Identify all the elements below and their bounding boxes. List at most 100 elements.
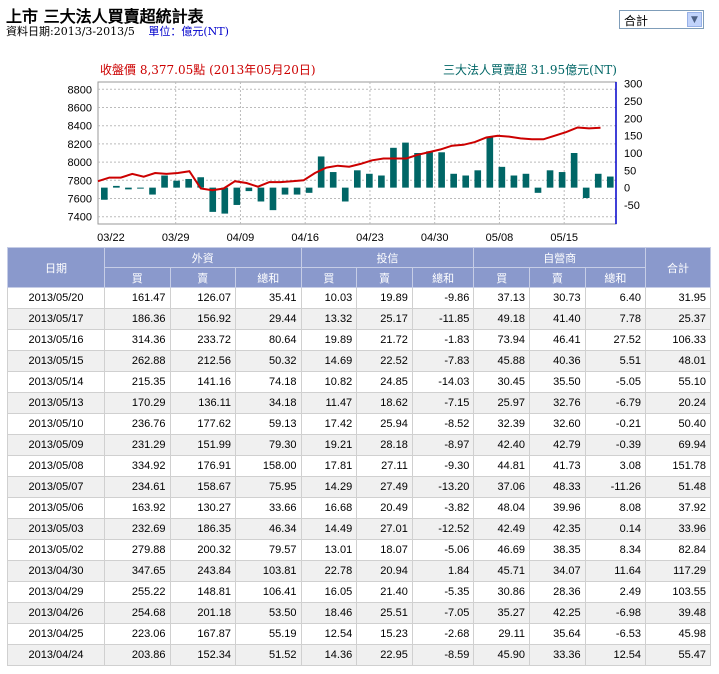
table-row: 2013/04/30 347.65 243.84 103.81 22.78 20.94 1.… (7, 560, 711, 582)
row-value: 18.07 (356, 539, 413, 561)
table-row: 2013/05/15 262.88 212.56 50.32 14.69 22.52 -7.… (7, 350, 711, 372)
subheader-7: 賣 (529, 267, 586, 288)
left-tick-label: 8200 (68, 139, 92, 151)
net-label: 三大法人買賣超 31.95億元(NT) (443, 62, 617, 77)
net-bar (594, 173, 602, 188)
right-tick-label: 100 (624, 148, 642, 160)
row-value: -7.83 (411, 350, 475, 372)
row-value: 7.78 (584, 308, 647, 330)
row-value: 55.19 (235, 623, 302, 645)
row-value: 33.96 (645, 518, 711, 540)
row-value: -0.39 (584, 434, 647, 456)
price-label: 收盤價 8,377.05點 (2013年05月20日) (100, 63, 316, 77)
net-bar (366, 173, 373, 188)
row-value: 103.81 (235, 560, 302, 582)
row-value: 17.81 (300, 455, 358, 477)
row-value: 55.47 (645, 644, 711, 666)
row-value: 42.25 (529, 602, 586, 624)
row-value: 170.29 (104, 392, 171, 414)
row-value: 25.51 (356, 602, 413, 624)
net-bar (450, 173, 457, 188)
row-value: 243.84 (169, 560, 237, 582)
row-value: 40.36 (529, 350, 586, 372)
row-value: 30.73 (529, 287, 586, 309)
row-value: 21.40 (356, 581, 413, 603)
x-tick-label: 05/08 (486, 232, 514, 244)
right-tick-label: 300 (624, 79, 642, 91)
net-bar (149, 187, 156, 195)
row-value: 53.50 (235, 602, 302, 624)
row-value: 141.16 (169, 371, 237, 393)
row-value: 158.67 (169, 476, 237, 498)
table-row: 2013/05/02 279.88 200.32 79.57 13.01 18.07 -5.… (7, 539, 711, 561)
row-value: 203.86 (104, 644, 171, 666)
table-row: 2013/05/13 170.29 136.11 34.18 11.47 18.62 -7.… (7, 392, 711, 414)
net-bar (486, 137, 494, 188)
row-value: 200.32 (169, 539, 237, 561)
row-value: 14.36 (300, 644, 358, 666)
subheader-4: 賣 (356, 267, 413, 288)
row-value: 233.72 (169, 329, 237, 351)
net-bar (293, 187, 301, 195)
chevron-down-icon[interactable]: ▼ (687, 12, 702, 27)
row-value: 50.32 (235, 350, 302, 372)
row-value: 22.78 (300, 560, 358, 582)
row-value: 18.62 (356, 392, 413, 414)
row-value: -2.68 (411, 623, 475, 645)
row-value: 11.64 (584, 560, 647, 582)
row-value: 31.95 (645, 287, 711, 309)
category-select-value: 合計 (624, 14, 649, 28)
row-value: 158.00 (235, 455, 302, 477)
row-value: 38.35 (529, 539, 586, 561)
row-value: 8.08 (584, 497, 647, 519)
table-row: 2013/04/25 223.06 167.87 55.19 12.54 15.23 -2.… (7, 623, 711, 645)
x-tick-label: 03/29 (162, 232, 190, 244)
header-total: 合計 (645, 247, 711, 288)
row-value: 106.41 (235, 581, 302, 603)
row-date: 2013/05/06 (7, 497, 105, 519)
net-bar (257, 187, 265, 202)
row-value: -0.21 (584, 413, 647, 435)
row-value: 27.52 (584, 329, 647, 351)
row-value: 45.71 (473, 560, 531, 582)
left-tick-label: 7800 (68, 175, 92, 187)
row-value: 48.33 (529, 476, 586, 498)
row-value: 3.08 (584, 455, 647, 477)
row-value: 186.35 (169, 518, 237, 540)
row-value: 35.64 (529, 623, 586, 645)
row-value: 201.18 (169, 602, 237, 624)
row-date: 2013/05/13 (7, 392, 105, 414)
row-date: 2013/05/07 (7, 476, 105, 498)
x-tick-label: 04/30 (421, 232, 449, 244)
row-value: 163.92 (104, 497, 171, 519)
net-bar (462, 175, 470, 188)
row-value: 35.27 (473, 602, 531, 624)
row-value: 50.40 (645, 413, 711, 435)
row-value: 82.84 (645, 539, 711, 561)
row-value: 136.11 (169, 392, 237, 414)
row-value: -3.82 (411, 497, 475, 519)
row-value: 35.50 (529, 371, 586, 393)
x-tick-label: 05/15 (550, 232, 578, 244)
row-value: 42.40 (473, 434, 531, 456)
row-value: 39.96 (529, 497, 586, 519)
table-row: 2013/04/29 255.22 148.81 106.41 16.05 21.40 -5… (7, 581, 711, 603)
institutional-trading-table: 日期 外資 投信 自營商 合計 買賣總和買賣總和買賣總和 2013/05/20 1… (7, 247, 711, 666)
row-date: 2013/05/20 (7, 287, 105, 309)
row-value: 161.47 (104, 287, 171, 309)
row-value: 42.49 (473, 518, 531, 540)
subheader-0: 買 (104, 267, 171, 288)
net-bar (305, 187, 313, 193)
row-value: 5.51 (584, 350, 647, 372)
row-value: 45.98 (645, 623, 711, 645)
row-value: -6.53 (584, 623, 647, 645)
row-value: 42.35 (529, 518, 586, 540)
row-value: 25.94 (356, 413, 413, 435)
row-value: 25.17 (356, 308, 413, 330)
net-bar (173, 180, 180, 188)
row-value: 12.54 (584, 644, 647, 666)
row-value: 20.49 (356, 497, 413, 519)
category-select[interactable]: 合計 ▼ (619, 10, 704, 29)
row-date: 2013/05/14 (7, 371, 105, 393)
x-tick-label: 03/22 (97, 232, 125, 244)
